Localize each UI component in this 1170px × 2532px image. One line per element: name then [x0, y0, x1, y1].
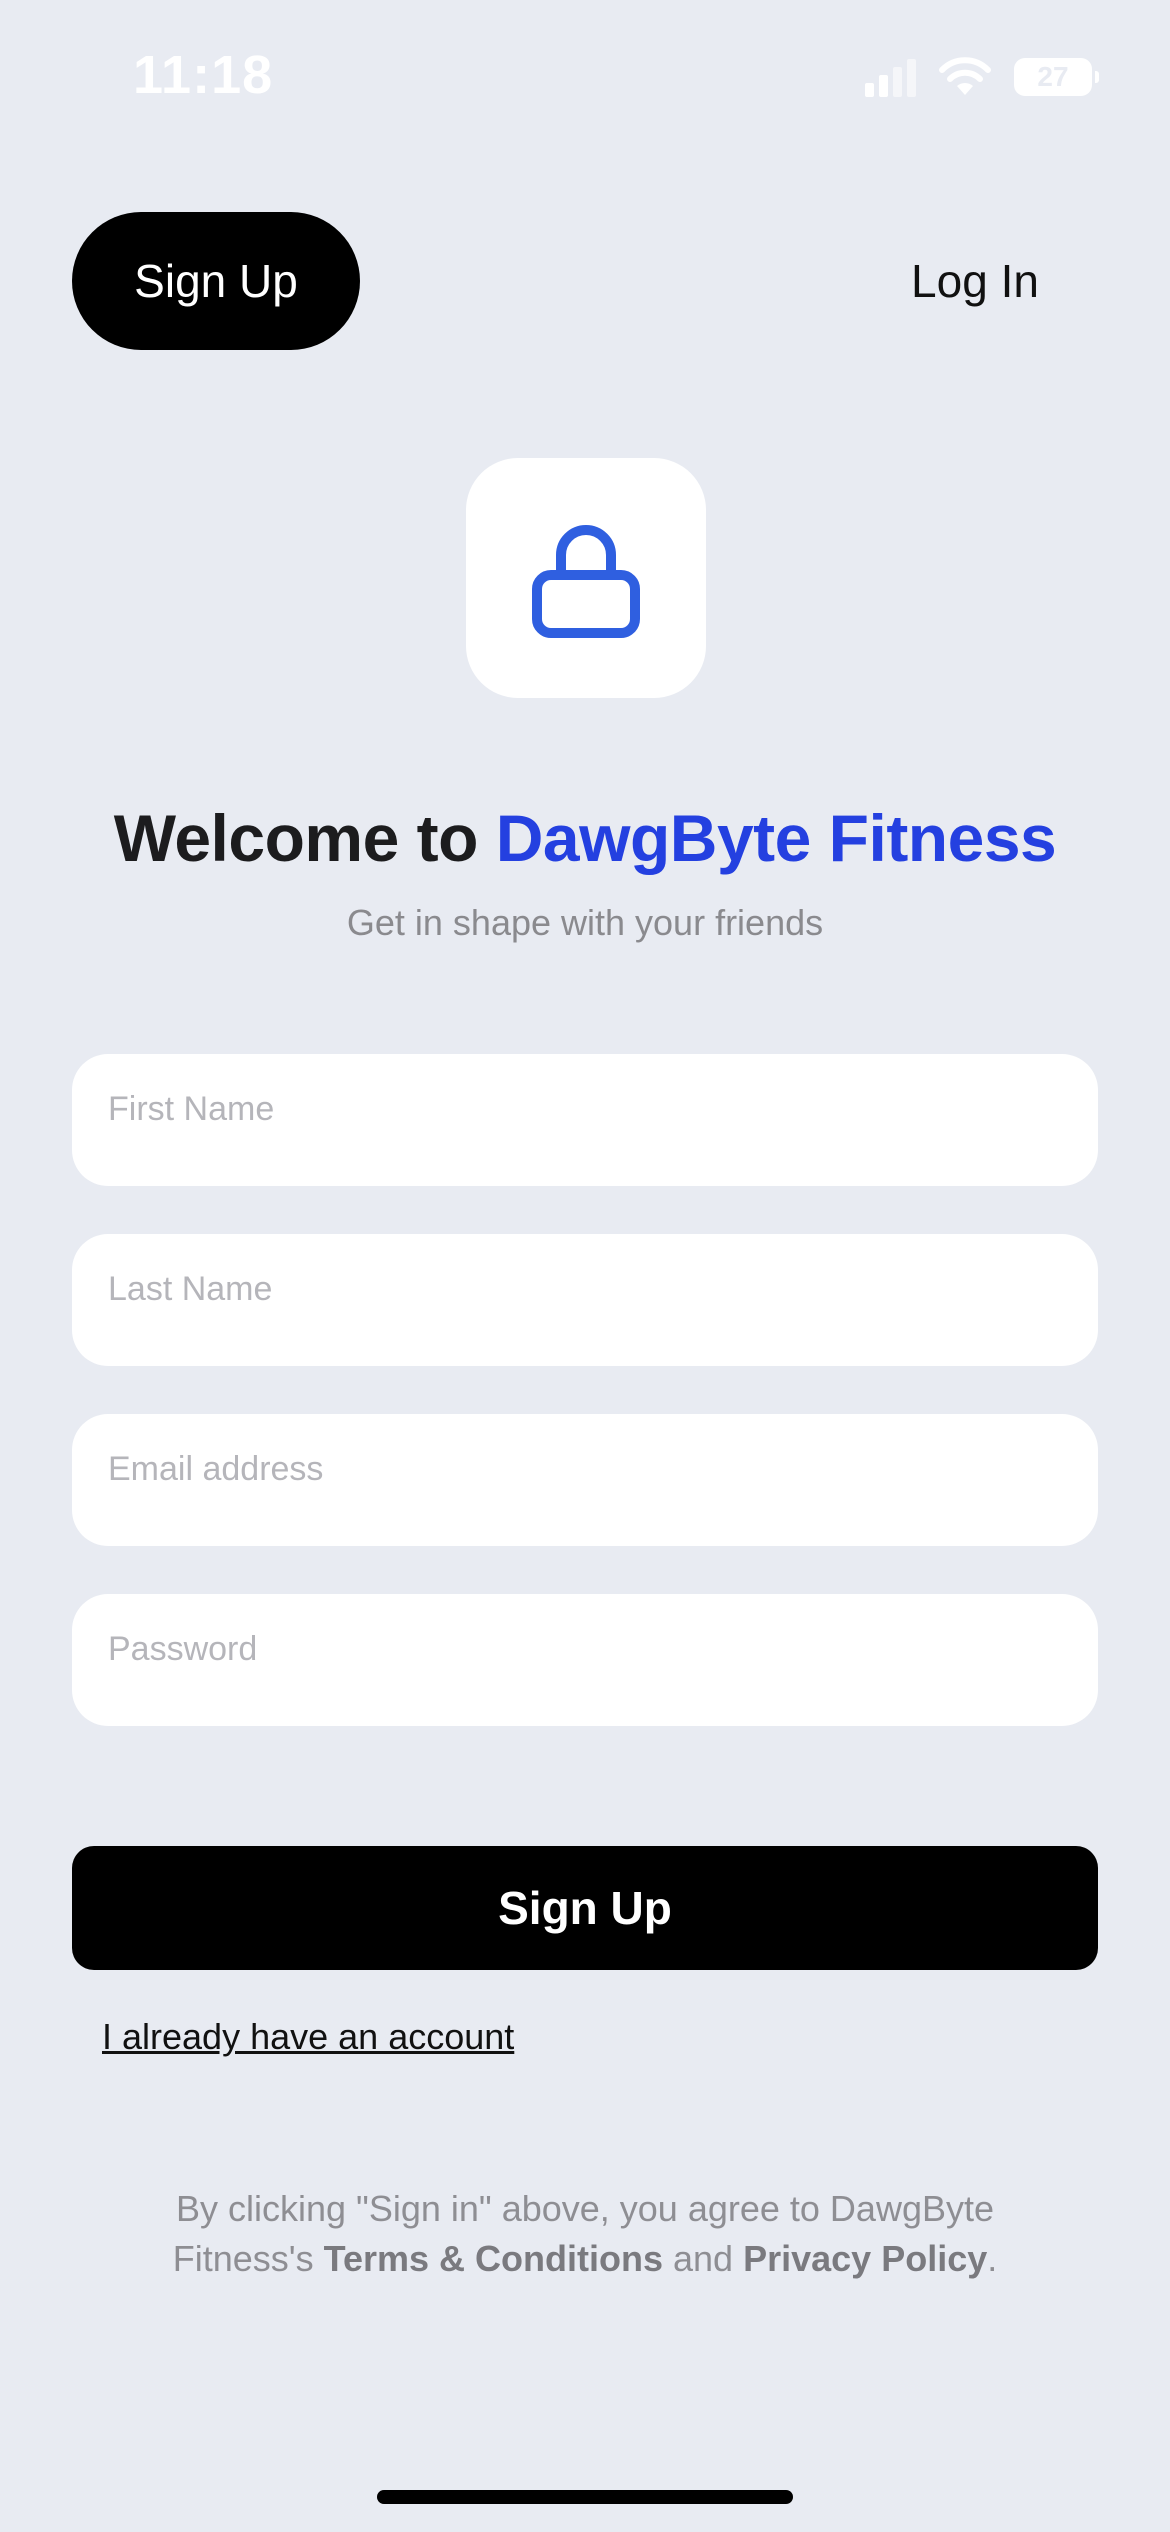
password-field[interactable]	[72, 1594, 1098, 1726]
last-name-field[interactable]	[72, 1234, 1098, 1366]
lock-icon	[532, 525, 640, 638]
battery-level: 27	[1037, 61, 1069, 92]
lock-tile	[466, 458, 706, 698]
email-field-container	[72, 1414, 1098, 1546]
email-field[interactable]	[72, 1414, 1098, 1546]
first-name-field[interactable]	[72, 1054, 1098, 1186]
page-subtitle: Get in shape with your friends	[346, 902, 824, 943]
tab-sign-up[interactable]: Sign Up	[72, 212, 360, 350]
legal-text-and: and	[663, 2238, 744, 2279]
status-icons: 27	[865, 55, 1099, 99]
legal-notice: By clicking "Sign in" above, you agree t…	[130, 2184, 1040, 2284]
legal-text-end: .	[987, 2238, 998, 2279]
password-field-container	[72, 1594, 1098, 1726]
terms-link[interactable]: Terms & Conditions	[324, 2238, 663, 2279]
wifi-icon	[939, 57, 991, 95]
first-name-field-container	[72, 1054, 1098, 1186]
tab-log-in[interactable]: Log In	[880, 212, 1070, 350]
cellular-signal-icon	[865, 57, 916, 97]
title-prefix: Welcome to	[113, 801, 496, 875]
home-indicator[interactable]	[377, 2490, 793, 2504]
page-title: Welcome to DawgByte Fitness	[0, 800, 1170, 876]
existing-account-link[interactable]: I already have an account	[102, 2016, 514, 2058]
brand-name: DawgByte Fitness	[495, 801, 1057, 875]
last-name-field-container	[72, 1234, 1098, 1366]
battery-icon: 27	[1014, 58, 1099, 96]
sign-up-button[interactable]: Sign Up	[72, 1846, 1098, 1970]
privacy-link[interactable]: Privacy Policy	[743, 2238, 987, 2279]
status-time: 11:18	[133, 45, 274, 105]
